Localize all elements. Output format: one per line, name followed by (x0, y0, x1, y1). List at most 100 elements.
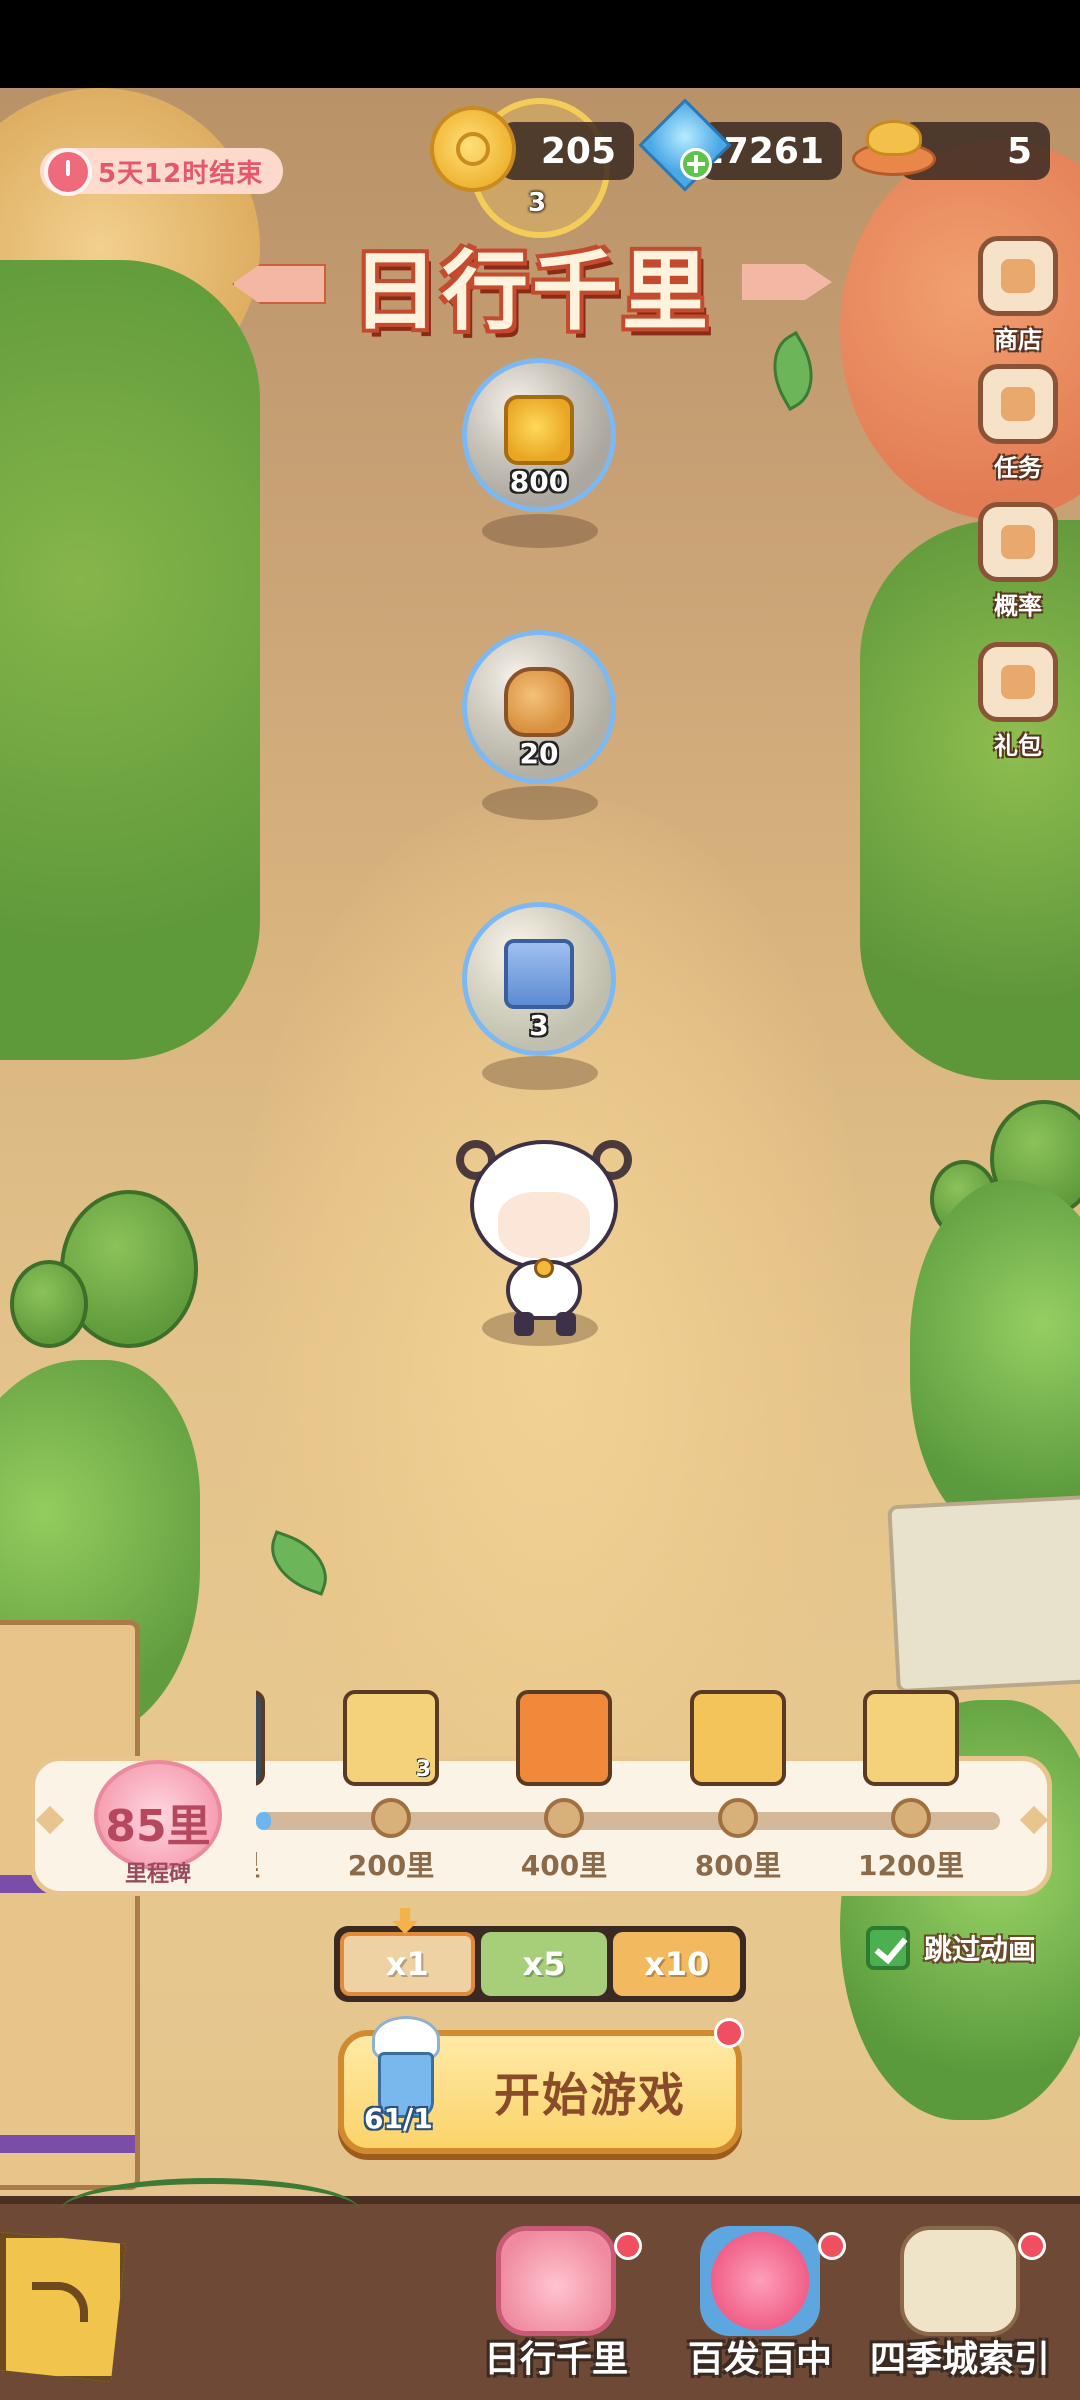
node-distance: 200里 (347, 1849, 435, 1882)
probability-icon (978, 502, 1058, 582)
checkbox-checked-icon[interactable] (866, 1926, 910, 1970)
bubble-shadow (482, 786, 598, 820)
paw-chest-icon (690, 1690, 786, 1786)
plus-icon[interactable] (680, 148, 712, 180)
side-button-label: 商店 (994, 326, 1042, 354)
reward-bubble-cookies[interactable]: 20 (462, 630, 616, 784)
start-cost: 61/1 (364, 2102, 433, 2135)
node-dot (371, 1798, 411, 1838)
bell-icon (534, 1258, 554, 1278)
milestone-node[interactable]: 3 200里 (326, 1690, 456, 1884)
side-button-shop[interactable]: 商店 (972, 236, 1064, 355)
multiplier-x1-button[interactable]: x1 (340, 1932, 475, 1996)
side-button-tasks[interactable]: 任务 (972, 364, 1064, 483)
skip-animation-toggle[interactable]: 跳过动画 (866, 1926, 1036, 1970)
milestone-node[interactable]: 800里 (673, 1690, 803, 1884)
wolf-mirror-icon (516, 1690, 612, 1786)
nav-tab-label: 百发百中 (687, 2339, 832, 2380)
multiplier-x5-button[interactable]: x5 (480, 1932, 608, 1996)
reward-count: 800 (509, 465, 569, 498)
reward-bubble-chest[interactable]: 3 (462, 902, 616, 1056)
node-dot (891, 1798, 931, 1838)
status-bar (0, 0, 1080, 88)
milestone-track[interactable]: 3 100里 3 200里 400里 800里 (256, 1690, 1000, 1890)
cat-cookie-icon (504, 667, 574, 737)
shop-icon (978, 236, 1058, 316)
nav-tab-label: 四季城索引 (869, 2339, 1050, 2380)
milestone-node[interactable]: 1200里 (846, 1690, 976, 1884)
golden-chest-icon: 3 (343, 1690, 439, 1786)
gift-pack-icon (978, 642, 1058, 722)
node-reward-qty: 3 (415, 1757, 431, 1782)
spin-token-count: 3 (528, 188, 547, 218)
house-stripe (0, 2135, 135, 2153)
reward-bubble-coins[interactable]: 800 (462, 358, 616, 512)
bubble-shadow (482, 1056, 598, 1090)
flower-target-icon (700, 2226, 820, 2336)
game-screen: 5天12时结束 3 205 17261 5 日行千里 商店 任务 概率 礼包 8… (0, 0, 1080, 2400)
clock-icon (44, 148, 92, 196)
nav-tab-city-index[interactable]: 四季城索引 (870, 2226, 1050, 2386)
bubble-shadow (482, 514, 598, 548)
nav-tab-journey[interactable]: 日行千里 (466, 2226, 646, 2386)
milestone-badge: 85里 里程碑 (94, 1760, 222, 1890)
notification-dot-icon (1018, 2232, 1046, 2260)
event-timer: 5天12时结束 (40, 148, 284, 196)
gem-icon (638, 98, 732, 192)
sheep-face (498, 1192, 590, 1258)
vine-decoration (60, 2178, 360, 2244)
reward-count: 3 (529, 1009, 549, 1042)
node-dot (544, 1798, 584, 1838)
multiplier-selector: x1 x5 x10 (334, 1926, 746, 2002)
notification-dot-icon (614, 2232, 642, 2260)
sheep-leg (514, 1312, 534, 1336)
spear-icon (863, 1690, 959, 1786)
gem-plus-icon[interactable] (638, 98, 732, 192)
sword-icon: 3 (256, 1690, 265, 1786)
node-distance: 800里 (694, 1849, 782, 1882)
current-distance: 85里 (105, 1801, 211, 1852)
skip-animation-label: 跳过动画 (924, 1933, 1037, 1966)
milestone-node[interactable]: 3 100里 (256, 1690, 282, 1884)
coin-counter[interactable]: 205 (500, 122, 634, 180)
food-shape (866, 120, 922, 156)
node-distance: 400里 (520, 1849, 608, 1882)
milestone-node[interactable]: 400里 (499, 1690, 629, 1884)
milestone-label: 里程碑 (124, 1862, 191, 1887)
star-coin-icon (504, 395, 574, 465)
forest-left (0, 260, 260, 1060)
event-timer-text: 5天12时结束 (98, 158, 264, 189)
event-title: 日行千里 (352, 241, 712, 342)
back-arrow-icon (32, 2282, 88, 2322)
wooden-house (0, 1620, 140, 2190)
side-button-gift-pack[interactable]: 礼包 (972, 642, 1064, 761)
node-reward-qty: 3 (256, 1757, 257, 1782)
event-title-banner: 日行千里 (232, 228, 832, 342)
festival-tent-icon (496, 2226, 616, 2336)
side-button-probability[interactable]: 概率 (972, 502, 1064, 621)
notification-dot-icon (714, 2018, 744, 2048)
side-button-label: 任务 (994, 454, 1042, 482)
back-button[interactable] (0, 2232, 126, 2382)
side-button-label: 概率 (994, 592, 1042, 620)
sheep-leg (556, 1312, 576, 1336)
reward-count: 20 (519, 737, 559, 770)
multiplier-x10-button[interactable]: x10 (613, 1932, 741, 1996)
node-distance: 1200里 (858, 1849, 964, 1882)
food-plate-icon (852, 112, 936, 180)
side-button-label: 礼包 (994, 732, 1042, 760)
sheep-character (456, 1140, 632, 1340)
coin-value: 205 (540, 130, 616, 172)
nav-tab-target[interactable]: 百发百中 (670, 2226, 850, 2386)
nav-tab-label: 日行千里 (483, 2339, 628, 2380)
cactus-small (10, 1260, 88, 1348)
notification-dot-icon (818, 2232, 846, 2260)
node-dot (718, 1798, 758, 1838)
node-distance: 100里 (256, 1844, 282, 1884)
hanging-cloth (887, 1494, 1080, 1694)
start-game-button[interactable]: 61/1 开始游戏 (338, 2016, 744, 2154)
food-value: 5 (1006, 130, 1032, 172)
palm-right (910, 1180, 1080, 1540)
sun-coin-icon (430, 106, 516, 192)
blue-chest-icon (504, 939, 574, 1009)
